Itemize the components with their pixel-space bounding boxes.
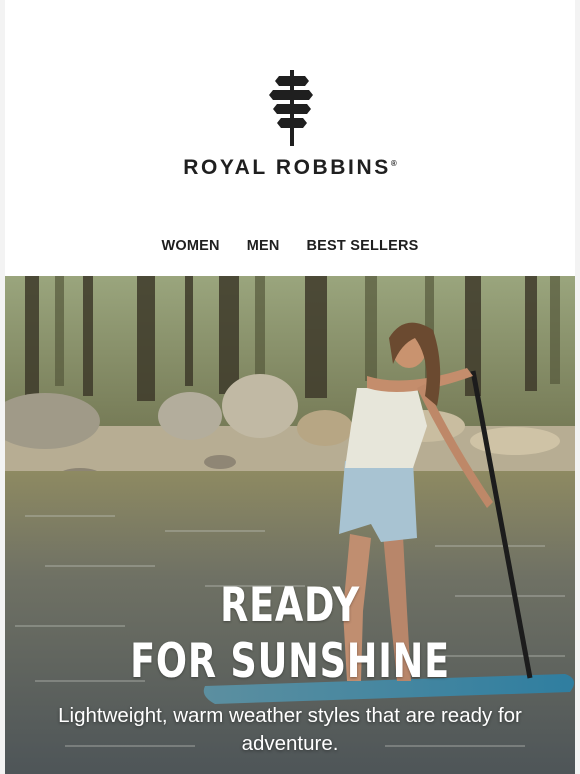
brand-wordmark: ROYAL ROBBINS: [183, 156, 391, 179]
main-nav: WOMEN MEN BEST SELLERS: [5, 237, 575, 257]
hero-headline-line1: READY: [220, 578, 360, 633]
hero-banner[interactable]: READY FOR SUNSHINE Lightweight, warm wea…: [5, 276, 575, 774]
brand-logo[interactable]: ROYAL ROBBINS®: [5, 70, 575, 180]
hero-photo: [5, 276, 575, 774]
trademark-symbol: ®: [390, 159, 397, 168]
hero-subtext: Lightweight, warm weather styles that ar…: [58, 704, 522, 755]
nav-best-sellers-link[interactable]: BEST SELLERS: [307, 237, 419, 257]
brand-name: ROYAL ROBBINS®: [5, 156, 575, 180]
nav-women-link[interactable]: WOMEN: [162, 237, 220, 257]
nav-men-link[interactable]: MEN: [247, 237, 280, 257]
email-frame: ROYAL ROBBINS® WOMEN MEN BEST SELLERS RE…: [5, 0, 575, 774]
tree-signpost-icon: [269, 70, 313, 146]
hero-headline-line2: FOR SUNSHINE: [130, 634, 450, 689]
